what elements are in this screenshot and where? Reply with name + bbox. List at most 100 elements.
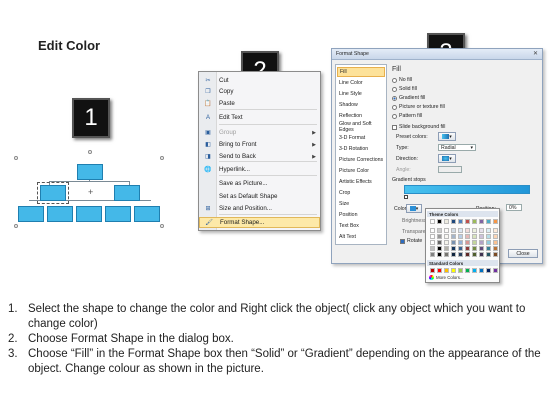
color-swatch[interactable] — [437, 219, 442, 224]
close-icon[interactable]: ✕ — [532, 51, 539, 58]
color-swatch[interactable] — [437, 246, 442, 251]
org-node-right[interactable] — [114, 185, 140, 201]
selection-handle[interactable] — [88, 150, 92, 154]
color-swatch[interactable] — [472, 228, 477, 233]
color-swatch[interactable] — [458, 219, 463, 224]
color-swatch[interactable] — [444, 252, 449, 257]
color-swatch[interactable] — [493, 246, 498, 251]
menu-item-cut[interactable]: ✂ Cut — [199, 75, 320, 86]
position-input[interactable]: 0% — [506, 204, 522, 211]
color-swatch[interactable] — [493, 219, 498, 224]
color-swatch[interactable] — [458, 228, 463, 233]
color-swatch[interactable] — [451, 228, 456, 233]
color-swatch[interactable] — [479, 228, 484, 233]
org-node-bottom-5[interactable] — [134, 206, 160, 222]
color-swatch[interactable] — [479, 246, 484, 251]
category-text-box[interactable]: Text Box — [337, 221, 385, 231]
color-swatch[interactable] — [486, 240, 491, 245]
category-position[interactable]: Position — [337, 210, 385, 220]
color-swatch[interactable] — [458, 252, 463, 257]
org-node-bottom-3[interactable] — [76, 206, 102, 222]
color-swatch[interactable] — [465, 240, 470, 245]
color-swatch[interactable] — [437, 234, 442, 239]
standard-color-swatch[interactable] — [493, 268, 498, 273]
type-select[interactable]: Radial ▾ — [438, 144, 476, 151]
color-swatch[interactable] — [479, 240, 484, 245]
color-swatch[interactable] — [437, 228, 442, 233]
selection-handle[interactable] — [14, 156, 18, 160]
menu-item-save-as-picture[interactable]: Save as Picture... — [199, 178, 320, 189]
preset-colors-dropdown[interactable]: ▾ — [438, 132, 456, 141]
menu-item-paste[interactable]: 📋 Paste — [199, 98, 320, 109]
radio-button[interactable] — [392, 77, 397, 83]
color-swatch[interactable] — [451, 234, 456, 239]
color-swatch[interactable] — [486, 228, 491, 233]
color-swatch[interactable] — [486, 252, 491, 257]
color-swatch[interactable] — [430, 246, 435, 251]
org-node-bottom-2[interactable] — [47, 206, 73, 222]
color-swatch[interactable] — [472, 234, 477, 239]
color-swatch[interactable] — [430, 228, 435, 233]
checkbox-box[interactable] — [392, 124, 397, 130]
category-size[interactable]: Size — [337, 199, 385, 209]
category-3-d-format[interactable]: 3-D Format — [337, 133, 385, 143]
context-menu[interactable]: ✂ Cut ❐ Copy 📋 Paste A Edit Text ▣ Group ▶ ◧ Bring t… — [198, 71, 321, 231]
color-swatch[interactable] — [486, 246, 491, 251]
menu-item-copy[interactable]: ❐ Copy — [199, 86, 320, 97]
color-swatch[interactable] — [444, 228, 449, 233]
fill-option-pattern-fill[interactable]: Pattern fill — [392, 113, 422, 119]
color-swatch[interactable] — [444, 240, 449, 245]
category-alt-text[interactable]: Alt Text — [337, 232, 385, 242]
standard-color-swatch[interactable] — [479, 268, 484, 273]
selection-handle[interactable] — [14, 224, 18, 228]
color-swatch[interactable] — [444, 234, 449, 239]
color-swatch[interactable] — [458, 234, 463, 239]
fill-option-gradient-fill[interactable]: Gradient fill — [392, 95, 425, 101]
radio-button[interactable] — [392, 113, 397, 119]
menu-item-format-shape[interactable]: 🖌 Format Shape... — [199, 217, 320, 228]
gradient-stops-bar[interactable] — [404, 185, 530, 194]
rotate-checkbox[interactable]: Rotate — [400, 238, 422, 244]
radio-button[interactable] — [392, 86, 397, 92]
color-swatch[interactable] — [493, 234, 498, 239]
standard-color-swatch[interactable] — [451, 268, 456, 273]
standard-color-swatch[interactable] — [430, 268, 435, 273]
more-colors-item[interactable]: More Colors... — [429, 275, 464, 280]
color-swatch[interactable] — [430, 219, 435, 224]
color-swatch[interactable] — [458, 246, 463, 251]
color-swatch[interactable] — [465, 219, 470, 224]
slide-background-checkbox[interactable]: Slide background fill — [392, 124, 445, 130]
selection-handle[interactable] — [160, 156, 164, 160]
color-swatch[interactable] — [430, 252, 435, 257]
color-swatch[interactable] — [472, 219, 477, 224]
category-line-style[interactable]: Line Style — [337, 89, 385, 99]
color-swatch[interactable] — [458, 240, 463, 245]
radio-button[interactable] — [392, 104, 397, 110]
color-swatch[interactable] — [479, 219, 484, 224]
standard-color-swatch[interactable] — [444, 268, 449, 273]
color-swatch[interactable] — [465, 252, 470, 257]
selection-handle[interactable] — [160, 224, 164, 228]
org-node-top[interactable] — [77, 164, 103, 180]
color-swatch[interactable] — [437, 240, 442, 245]
category-crop[interactable]: Crop — [337, 188, 385, 198]
color-swatch[interactable] — [493, 252, 498, 257]
color-picker-button[interactable]: ▾ — [406, 204, 422, 213]
color-swatch[interactable] — [479, 252, 484, 257]
standard-color-swatch[interactable] — [472, 268, 477, 273]
color-swatch[interactable] — [479, 234, 484, 239]
color-swatch[interactable] — [451, 219, 456, 224]
category-picture-corrections[interactable]: Picture Corrections — [337, 155, 385, 165]
fill-option-picture-or-texture-fill[interactable]: Picture or texture fill — [392, 104, 445, 110]
color-swatch[interactable] — [451, 252, 456, 257]
category-line-color[interactable]: Line Color — [337, 78, 385, 88]
color-swatch[interactable] — [465, 234, 470, 239]
category-shadow[interactable]: Shadow — [337, 100, 385, 110]
radio-button[interactable] — [392, 95, 397, 101]
color-swatch[interactable] — [430, 234, 435, 239]
color-swatch[interactable] — [486, 219, 491, 224]
checkbox-box[interactable] — [400, 238, 405, 244]
color-swatch[interactable] — [465, 246, 470, 251]
color-palette-dropdown[interactable]: Theme Colors Standard Colors More Colors… — [425, 208, 500, 283]
color-swatch[interactable] — [451, 240, 456, 245]
